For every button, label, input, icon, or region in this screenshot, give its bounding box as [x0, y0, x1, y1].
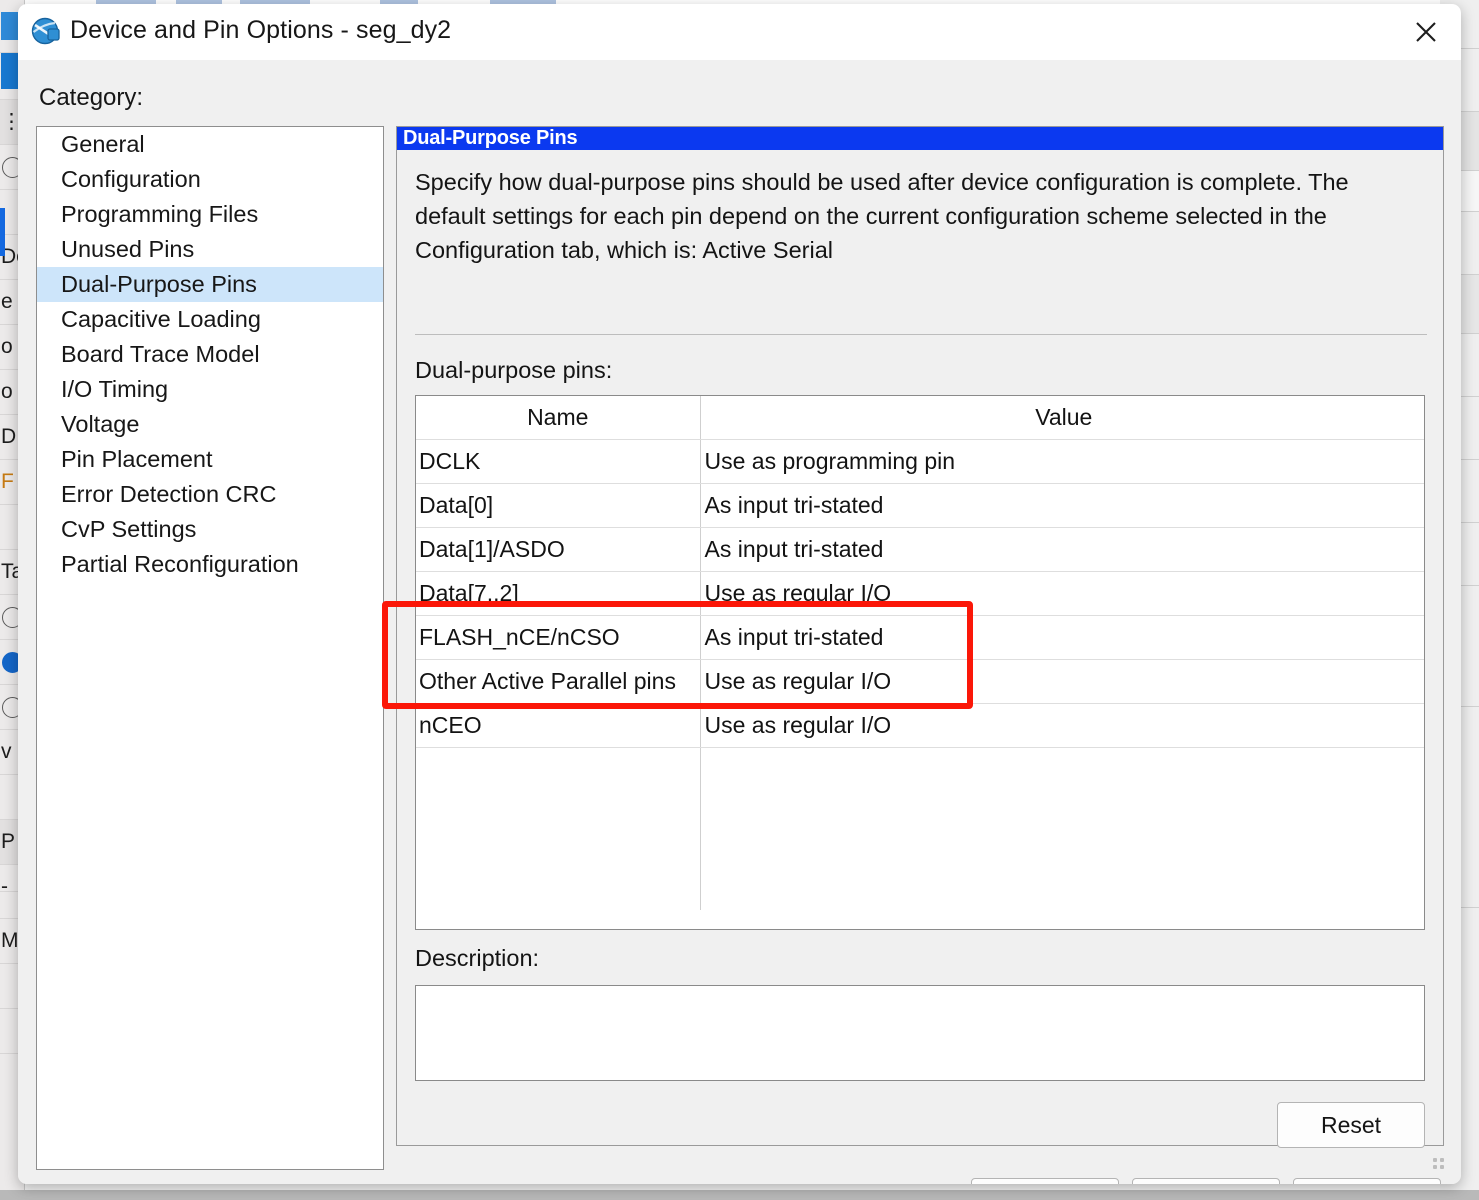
- sidebar-item-capacitive-loading[interactable]: Capacitive Loading: [37, 302, 383, 337]
- pin-name: Data[0]: [416, 483, 700, 528]
- divider: [415, 334, 1427, 335]
- dual-purpose-pins-table[interactable]: Name Value DCLK Use as programming pin D…: [415, 395, 1425, 930]
- table-row[interactable]: Data[7..2] Use as regular I/O: [416, 571, 1424, 616]
- pin-name: nCEO: [416, 703, 700, 748]
- help-button[interactable]: Help: [1293, 1178, 1441, 1184]
- table-row[interactable]: nCEO Use as regular I/O: [416, 703, 1424, 748]
- table-row[interactable]: Other Active Parallel pins Use as regula…: [416, 659, 1424, 704]
- category-list[interactable]: General Configuration Programming Files …: [36, 126, 384, 1170]
- pin-name: DCLK: [416, 439, 700, 484]
- category-label: Category:: [39, 84, 144, 111]
- pin-name: Other Active Parallel pins: [416, 659, 700, 704]
- panel-header: Dual-Purpose Pins: [397, 127, 1443, 150]
- pin-name: Data[7..2]: [416, 571, 700, 616]
- sidebar-item-partial-reconfiguration[interactable]: Partial Reconfiguration: [37, 547, 383, 582]
- pin-name: Data[1]/ASDO: [416, 527, 700, 572]
- table-empty-row: [416, 747, 1424, 910]
- dual-purpose-pins-panel: Dual-Purpose Pins Specify how dual-purpo…: [396, 126, 1444, 1148]
- pin-value[interactable]: Use as regular I/O: [699, 571, 1424, 616]
- reset-button[interactable]: Reset: [1277, 1102, 1425, 1148]
- table-row[interactable]: FLASH_nCE/nCSO As input tri-stated: [416, 615, 1424, 660]
- dialog-body: Category: General Configuration Programm…: [18, 60, 1461, 1184]
- pin-value[interactable]: Use as regular I/O: [699, 703, 1424, 748]
- pin-value[interactable]: Use as programming pin: [699, 439, 1424, 484]
- sidebar-item-pin-placement[interactable]: Pin Placement: [37, 442, 383, 477]
- pin-name: FLASH_nCE/nCSO: [416, 615, 700, 660]
- table-row[interactable]: Data[1]/ASDO As input tri-stated: [416, 527, 1424, 572]
- dialog-footer: OK Cancel Help: [18, 1146, 1461, 1184]
- pin-value[interactable]: As input tri-stated: [699, 483, 1424, 528]
- pin-value[interactable]: Use as regular I/O: [699, 659, 1424, 704]
- sidebar-item-programming-files[interactable]: Programming Files: [37, 197, 383, 232]
- table-row[interactable]: Data[0] As input tri-stated: [416, 483, 1424, 528]
- dialog-title: Device and Pin Options - seg_dy2: [70, 16, 452, 44]
- sidebar-item-general[interactable]: General: [37, 127, 383, 162]
- background-selection-accent: [0, 208, 5, 256]
- background-status-bar: [0, 1190, 1479, 1200]
- table-row[interactable]: DCLK Use as programming pin: [416, 439, 1424, 484]
- sidebar-item-cvp-settings[interactable]: CvP Settings: [37, 512, 383, 547]
- column-header-value[interactable]: Value: [699, 396, 1424, 440]
- sidebar-item-voltage[interactable]: Voltage: [37, 407, 383, 442]
- pin-value[interactable]: As input tri-stated: [699, 527, 1424, 572]
- column-header-name[interactable]: Name: [416, 396, 700, 440]
- device-and-pin-options-dialog: Device and Pin Options - seg_dy2 Categor…: [18, 4, 1461, 1184]
- table-label: Dual-purpose pins:: [415, 357, 613, 383]
- pin-value[interactable]: As input tri-stated: [699, 615, 1424, 660]
- sidebar-item-io-timing[interactable]: I/O Timing: [37, 372, 383, 407]
- description-label: Description:: [415, 945, 540, 971]
- ok-button[interactable]: OK: [971, 1178, 1119, 1184]
- resize-grip-icon[interactable]: [1433, 1158, 1447, 1172]
- cancel-button[interactable]: Cancel: [1132, 1178, 1280, 1184]
- close-icon[interactable]: [1399, 8, 1453, 56]
- table-header-row: Name Value: [416, 396, 1424, 440]
- quartus-globe-icon: [30, 15, 64, 49]
- sidebar-item-board-trace-model[interactable]: Board Trace Model: [37, 337, 383, 372]
- dialog-titlebar[interactable]: Device and Pin Options - seg_dy2: [18, 4, 1461, 60]
- sidebar-item-configuration[interactable]: Configuration: [37, 162, 383, 197]
- panel-description: Specify how dual-purpose pins should be …: [415, 169, 1349, 263]
- description-textbox[interactable]: [415, 985, 1425, 1081]
- sidebar-item-dual-purpose-pins[interactable]: Dual-Purpose Pins: [37, 267, 383, 302]
- sidebar-item-unused-pins[interactable]: Unused Pins: [37, 232, 383, 267]
- sidebar-item-error-detection-crc[interactable]: Error Detection CRC: [37, 477, 383, 512]
